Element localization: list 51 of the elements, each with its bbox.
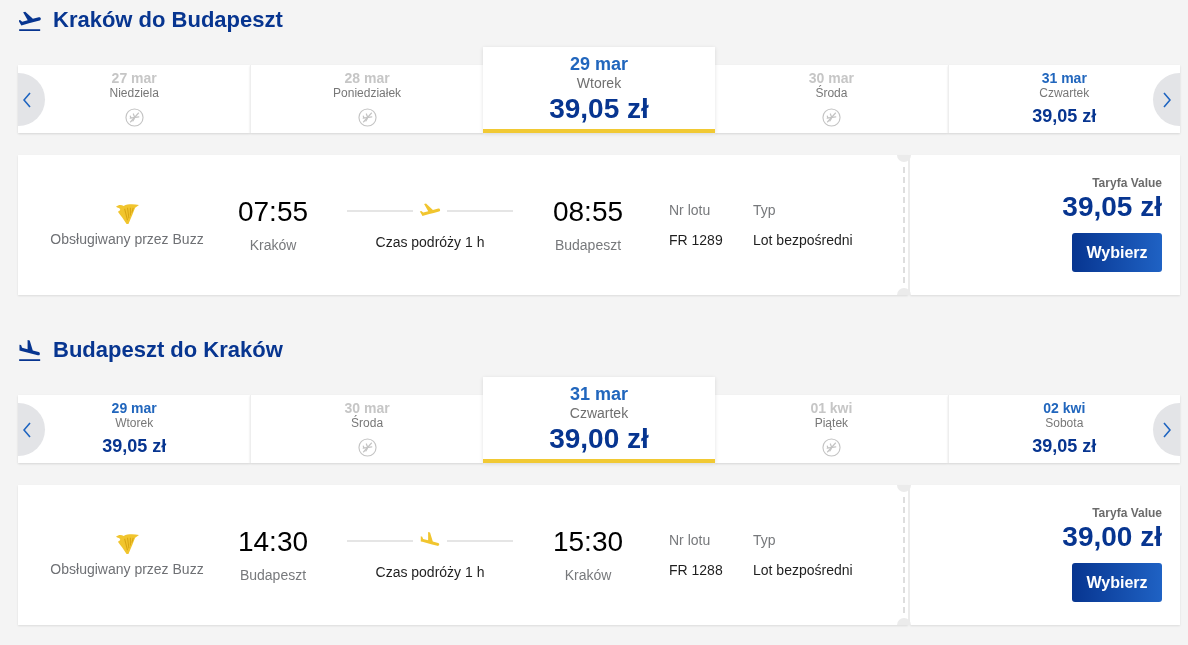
plane-landing-icon [19, 339, 41, 361]
date-tab[interactable]: 29 mar Wtorek 39,05 zł [18, 395, 251, 463]
departure-time: 14:30 [237, 526, 309, 558]
flight-number-label: Nr lotu [669, 531, 711, 549]
flight-duration: Czas podróży 1 h [375, 563, 485, 581]
select-button[interactable]: Wybierz [1072, 233, 1162, 272]
date-tab[interactable]: 31 mar Czwartek 39,00 zł [482, 377, 716, 463]
fare-label: Taryfa Value [1092, 506, 1162, 520]
date-tab[interactable]: 30 mar Środa [250, 395, 483, 463]
arrival-time: 08:55 [552, 196, 624, 228]
arrival-city: Kraków [564, 567, 612, 584]
departure-city: Kraków [249, 237, 297, 254]
flight-duration: Czas podróży 1 h [375, 233, 485, 251]
date-tab[interactable]: 30 mar Środa [715, 65, 948, 133]
no-flights-icon [821, 437, 841, 457]
select-button[interactable]: Wybierz [1072, 563, 1162, 602]
flight-type-label: Typ [753, 531, 776, 549]
date-tab[interactable]: 31 mar Czwartek 39,05 zł [947, 65, 1180, 133]
date-tab[interactable]: 02 kwi Sobota 39,05 zł [947, 395, 1180, 463]
arrival-city: Budapeszt [554, 237, 622, 254]
date-tab[interactable]: 28 mar Poniedziałek [250, 65, 483, 133]
harp-icon [114, 202, 140, 226]
chevron-right-icon [1163, 421, 1171, 438]
no-flights-icon [357, 437, 377, 457]
flight-number-label: Nr lotu [669, 201, 711, 219]
flight-number: FR 1288 [669, 561, 723, 579]
no-flights-icon [821, 107, 841, 127]
fare-price: 39,05 zł [1062, 190, 1162, 224]
date-tab[interactable]: 27 mar Niedziela [18, 65, 251, 133]
fare-price: 39,00 zł [1062, 520, 1162, 554]
flight-number: FR 1289 [669, 231, 723, 249]
date-tab[interactable]: 29 mar Wtorek 39,05 zł [482, 47, 716, 133]
chevron-right-icon [1163, 91, 1171, 108]
fare-label: Taryfa Value [1092, 176, 1162, 190]
departure-time: 07:55 [237, 196, 309, 228]
no-flights-icon [357, 107, 377, 127]
flight-type: Lot bezpośredni [753, 561, 853, 579]
flight-type-label: Typ [753, 201, 776, 219]
no-flights-icon [124, 107, 144, 127]
section-title: Kraków do Budapeszt [53, 6, 283, 34]
chevron-left-icon [23, 421, 31, 438]
date-tab[interactable]: 01 kwi Piątek [715, 395, 948, 463]
chevron-left-icon [23, 91, 31, 108]
operator-label: Obsługiwany przez Buzz [50, 560, 204, 578]
departure-city: Budapeszt [239, 567, 307, 584]
flight-type: Lot bezpośredni [753, 231, 853, 249]
operator-label: Obsługiwany przez Buzz [50, 230, 204, 248]
arrival-time: 15:30 [552, 526, 624, 558]
harp-icon [114, 532, 140, 556]
plane-takeoff-icon [19, 9, 41, 31]
section-title: Budapeszt do Kraków [53, 336, 283, 364]
